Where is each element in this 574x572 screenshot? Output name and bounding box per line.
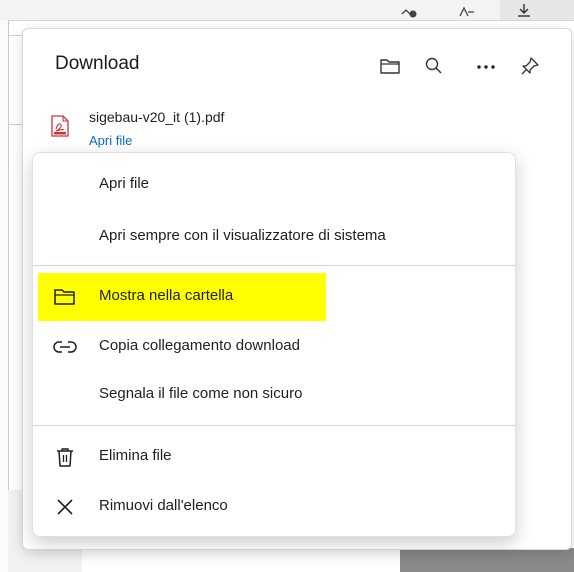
download-context-menu: Apri file Apri sempre con il visualizzat… xyxy=(32,152,516,537)
panel-title: Download xyxy=(55,53,140,74)
link-icon xyxy=(53,336,77,358)
pin-icon xyxy=(519,55,541,77)
folder-icon xyxy=(379,56,401,76)
extensions-icon[interactable] xyxy=(398,0,422,20)
menu-item-label: Segnala il file come non sicuro xyxy=(99,385,303,402)
menu-item-copy-download-link[interactable]: Copia collegamento download xyxy=(33,327,515,367)
menu-item-label: Mostra nella cartella xyxy=(99,287,234,304)
menu-separator xyxy=(33,425,515,426)
search-downloads-button[interactable] xyxy=(419,51,449,81)
pdf-icon xyxy=(51,115,69,137)
more-icon xyxy=(475,56,497,76)
menu-item-label: Apri file xyxy=(99,175,150,192)
menu-item-label: Copia collegamento download xyxy=(99,337,300,354)
menu-item-show-in-folder[interactable]: Mostra nella cartella xyxy=(33,277,515,317)
folder-icon xyxy=(53,286,77,308)
trash-icon xyxy=(53,446,77,468)
menu-item-label: Rimuovi dall'elenco xyxy=(99,497,228,514)
menu-item-always-open-system-viewer[interactable]: Apri sempre con il visualizzatore di sis… xyxy=(33,217,515,257)
open-file-link[interactable]: Apri file xyxy=(89,133,132,148)
menu-item-label: Elimina file xyxy=(99,447,172,464)
menu-item-remove-from-list[interactable]: Rimuovi dall'elenco xyxy=(33,487,515,527)
pin-panel-button[interactable] xyxy=(515,51,545,81)
download-file-name: sigebau-v20_it (1).pdf xyxy=(89,109,225,125)
menu-item-delete-file[interactable]: Elimina file xyxy=(33,437,515,477)
close-icon xyxy=(53,496,77,518)
menu-item-report-unsafe[interactable]: Segnala il file come non sicuro xyxy=(33,375,515,415)
downloads-toolbar-icon[interactable] xyxy=(512,0,536,20)
menu-item-label: Apri sempre con il visualizzatore di sis… xyxy=(99,227,386,244)
menu-separator xyxy=(33,265,515,266)
search-icon xyxy=(424,56,444,76)
menu-item-open-file[interactable]: Apri file xyxy=(33,165,515,205)
more-options-button[interactable] xyxy=(471,51,501,81)
page-background-area xyxy=(400,548,574,572)
open-downloads-folder-button[interactable] xyxy=(375,51,405,81)
download-item[interactable]: sigebau-v20_it (1).pdf Apri file xyxy=(45,109,545,153)
panel-actions xyxy=(373,51,563,81)
browser-toolbar-background xyxy=(0,0,574,21)
favorites-icon[interactable] xyxy=(454,0,478,20)
